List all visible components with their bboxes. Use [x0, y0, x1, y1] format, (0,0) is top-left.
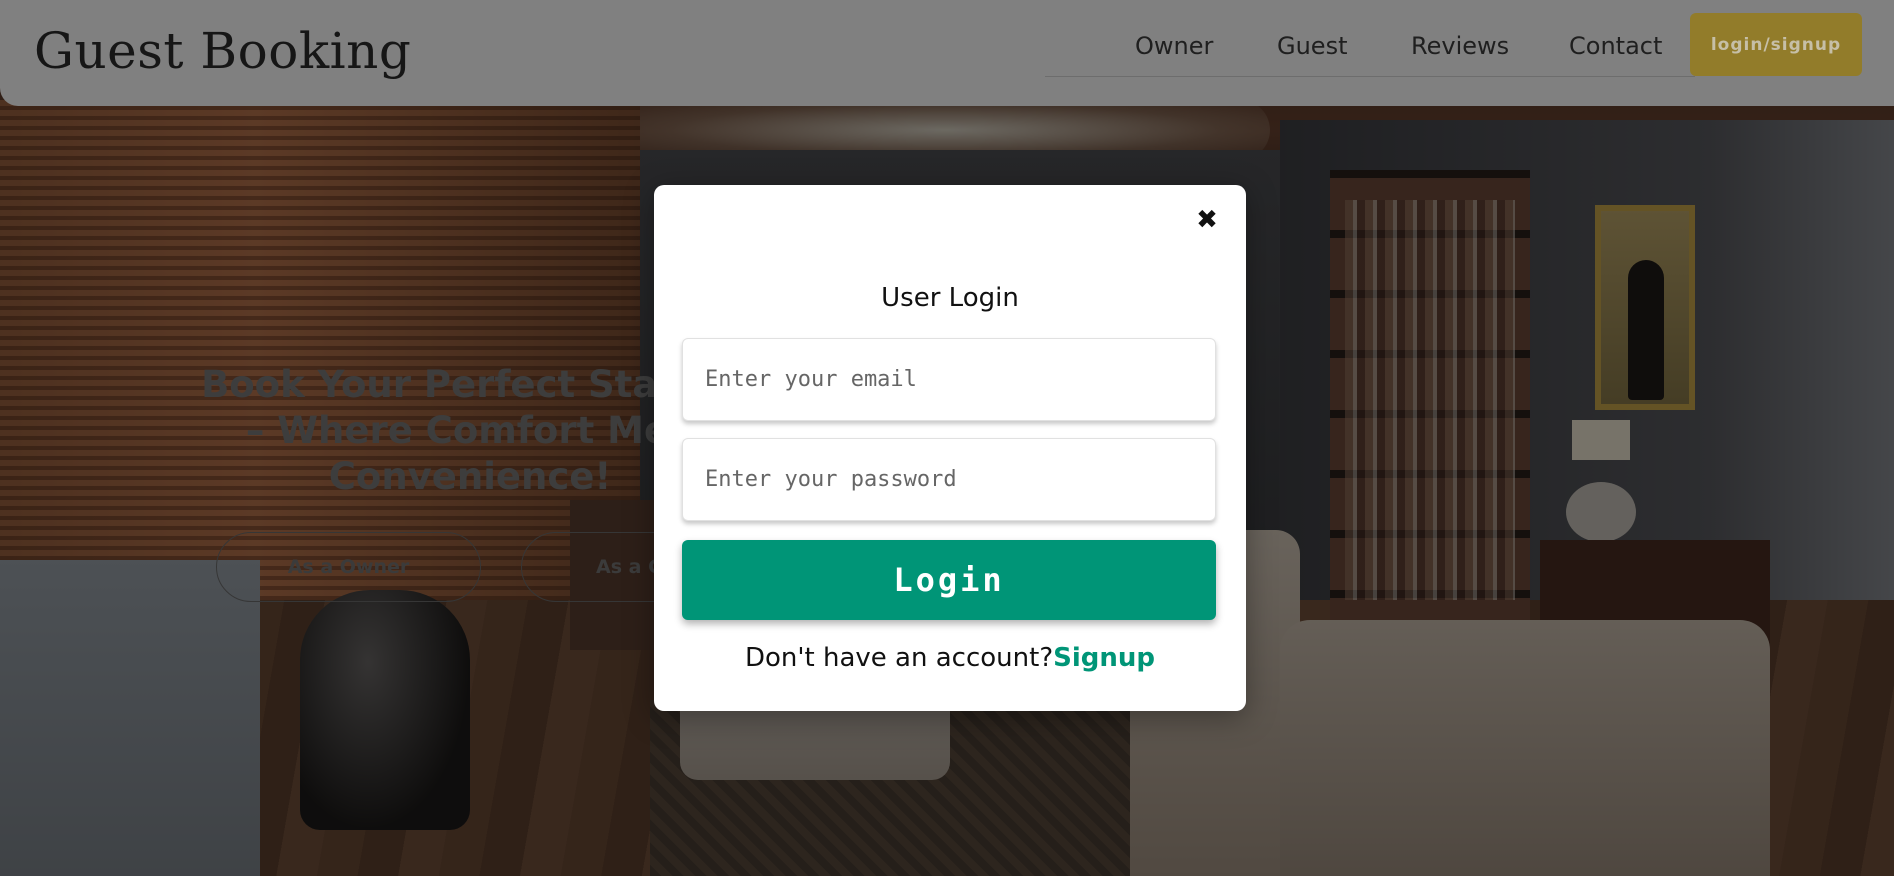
nav-owner[interactable]: Owner: [1135, 32, 1213, 60]
login-signup-button[interactable]: login/signup: [1690, 13, 1862, 76]
login-modal: ✖ User Login Login Don't have an account…: [654, 185, 1246, 711]
nav-contact[interactable]: Contact: [1569, 32, 1662, 60]
login-button[interactable]: Login: [682, 540, 1216, 620]
signup-link[interactable]: Signup: [1053, 643, 1155, 673]
top-navbar: Guest Booking Owner Guest Reviews Contac…: [0, 0, 1894, 106]
signup-prompt-text: Don't have an account?: [744, 643, 1054, 673]
modal-title: User Login: [881, 283, 1019, 313]
nav-guest[interactable]: Guest: [1277, 32, 1348, 60]
nav-reviews[interactable]: Reviews: [1411, 32, 1509, 60]
signup-prompt-line: Don't have an account?Signup: [654, 643, 1246, 673]
email-field[interactable]: [682, 338, 1216, 421]
nav-links: Owner Guest Reviews Contact: [1045, 0, 1695, 77]
password-field[interactable]: [682, 438, 1216, 521]
close-icon[interactable]: ✖: [1192, 205, 1222, 235]
brand-logo-text[interactable]: Guest Booking: [34, 22, 411, 80]
